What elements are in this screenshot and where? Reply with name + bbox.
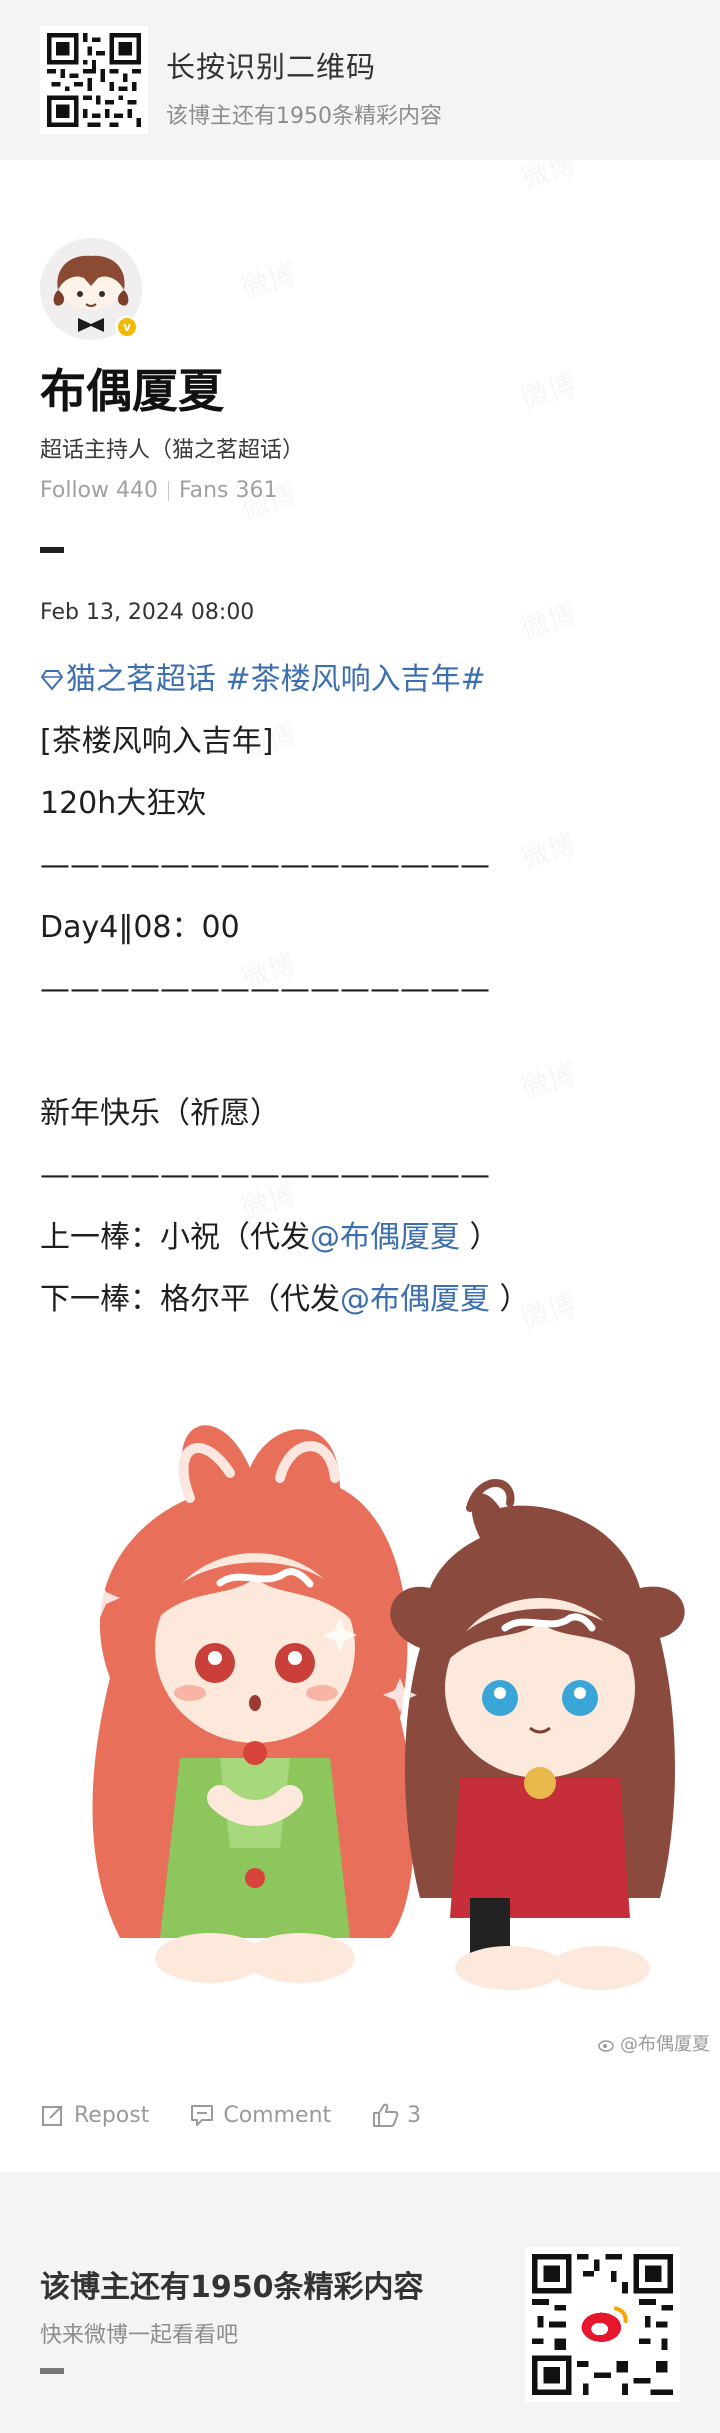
qr-prompt-title: 长按识别二维码 [166, 50, 377, 84]
post-actions: Repost Comment 3 [40, 2102, 461, 2128]
post-image[interactable] [40, 1378, 720, 2058]
topic-line: 猫之茗超话 #茶楼风响入吉年# [40, 658, 690, 720]
mention-link[interactable]: @布偶厦夏 [340, 1282, 490, 1317]
supertopic-link[interactable]: 猫之茗超话 [40, 662, 216, 697]
qr-code-icon[interactable] [525, 2247, 680, 2402]
like-button[interactable]: 3 [371, 2102, 421, 2128]
bottom-banner-title: 该博主还有1950条精彩内容 [40, 2270, 424, 2305]
bottom-banner: 该博主还有1950条精彩内容 快来微博一起看看吧 [0, 2172, 720, 2433]
post-text-line: Day4‖08：00 [40, 910, 240, 945]
user-title: 超话主持人（猫之茗超话） [40, 438, 305, 463]
previous-relay-label: 上一棒：小祝（代发 [40, 1220, 310, 1255]
top-banner: 长按识别二维码 该博主还有1950条精彩内容 [0, 0, 720, 160]
previous-relay-suffix: ） [460, 1220, 500, 1255]
previous-relay-line: 上一棒：小祝（代发@布偶厦夏 ） [40, 1216, 690, 1278]
post-divider-line: ——————————————— [40, 1158, 490, 1193]
diamond-icon [41, 670, 63, 690]
bottom-banner-subtitle: 快来微博一起看看吧 [40, 2323, 239, 2348]
like-icon [373, 2103, 399, 2127]
post-text-line: [茶楼风响入吉年] [40, 724, 274, 759]
post-text-line: 120h大狂欢 [40, 786, 207, 821]
weibo-logo-icon [598, 2040, 614, 2052]
fans-count[interactable]: Fans 361 [179, 478, 278, 503]
section-marker [40, 2368, 64, 2374]
section-marker [40, 547, 64, 553]
repost-icon [42, 2105, 63, 2126]
user-name[interactable]: 布偶厦夏 [40, 355, 224, 421]
next-relay-line: 下一棒：格尔平（代发@布偶厦夏 ） [40, 1278, 690, 1340]
post-divider-line: ——————————————— [40, 848, 490, 883]
image-watermark: @布偶厦夏 [598, 2030, 710, 2056]
supertopic-label: 猫之茗超话 [66, 662, 216, 697]
repost-label: Repost [74, 2102, 150, 2128]
mention-link[interactable]: @布偶厦夏 [310, 1220, 460, 1255]
post-date: Feb 13, 2024 08:00 [40, 600, 255, 625]
post-divider-line: ——————————————— [40, 972, 490, 1007]
follow-stats: Follow 440 Fans 361 [40, 478, 278, 503]
verified-badge-icon: v [115, 315, 139, 339]
divider [168, 480, 169, 501]
next-relay-label: 下一棒：格尔平（代发 [40, 1282, 340, 1317]
post-body: 猫之茗超话 #茶楼风响入吉年# [茶楼风响入吉年] 120h大狂欢 ——————… [40, 658, 690, 1340]
comment-label: Comment [223, 2102, 332, 2128]
image-watermark-text: @布偶厦夏 [620, 2034, 710, 2055]
post-count-subtitle: 该博主还有1950条精彩内容 [166, 104, 442, 129]
next-relay-suffix: ） [490, 1282, 530, 1317]
qr-code-icon[interactable] [40, 26, 148, 134]
post-text-line: 新年快乐（祈愿） [40, 1096, 280, 1131]
comment-button[interactable]: Comment [189, 2102, 331, 2128]
comment-icon [191, 2105, 214, 2126]
repost-button[interactable]: Repost [40, 2102, 149, 2128]
follow-count[interactable]: Follow 440 [40, 478, 158, 503]
like-count: 3 [407, 2102, 422, 2128]
hashtag-link[interactable]: #茶楼风响入吉年# [226, 662, 486, 697]
